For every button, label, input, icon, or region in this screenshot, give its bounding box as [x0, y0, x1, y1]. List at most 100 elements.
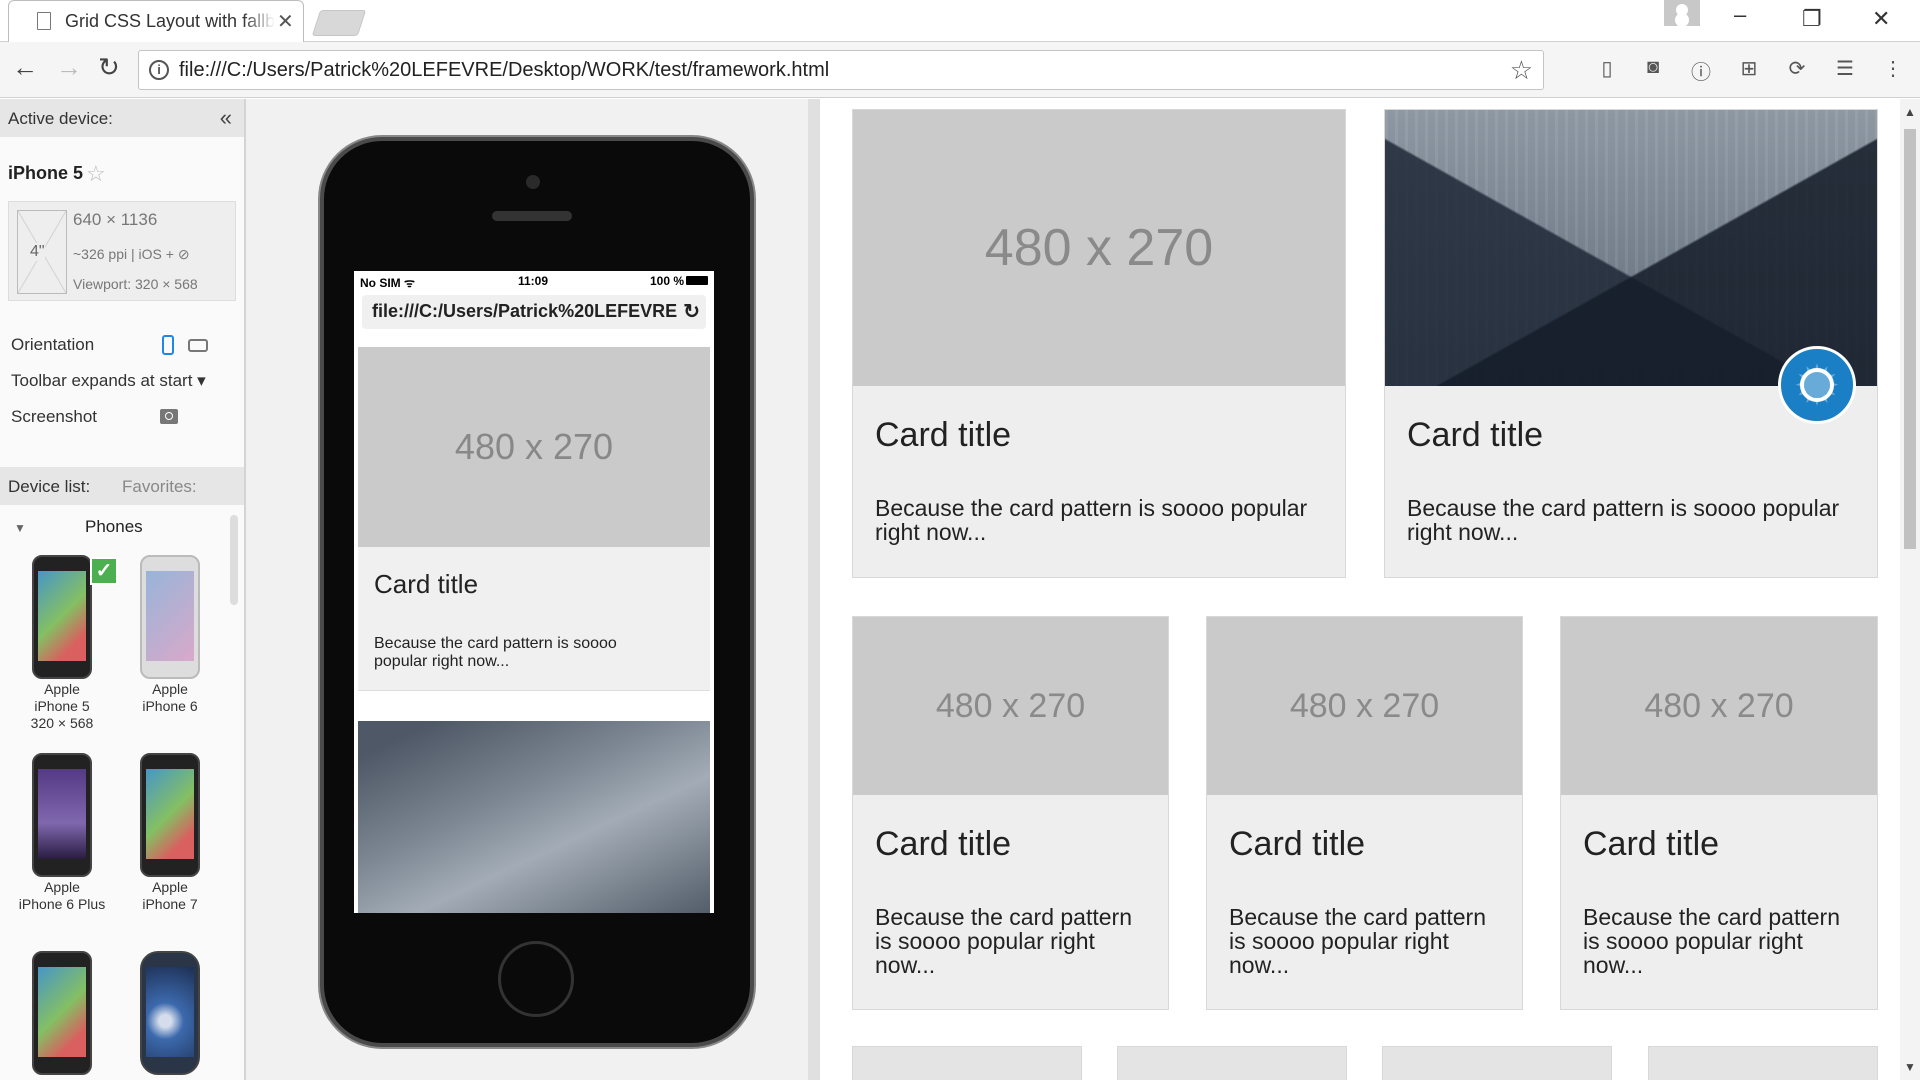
- scrollbar-thumb[interactable]: [1904, 129, 1916, 549]
- phone-thumbnail: [140, 753, 200, 877]
- card-building-image: [1385, 110, 1877, 386]
- title-bar: Grid CSS Layout with fallb ✕ – ❐ ✕: [0, 0, 1920, 42]
- device-brand: Apple: [152, 879, 188, 895]
- new-tab-button[interactable]: [311, 10, 367, 36]
- card-placeholder-image: 480 x 270: [1561, 617, 1877, 795]
- sync-extension-icon[interactable]: ⟳: [1784, 56, 1810, 82]
- device-brand: Apple: [152, 681, 188, 697]
- device-name: iPhone 5: [8, 163, 84, 183]
- device-item-iphone-7[interactable]: Apple iPhone 7: [120, 753, 220, 913]
- card-text: Because the card pattern is soooo popula…: [875, 904, 1132, 978]
- card-title: Card title: [875, 416, 1012, 454]
- phone-screen[interactable]: No SIM ᯤ 11:09 100 % file:///C:/Users/Pa…: [354, 271, 714, 913]
- device-mode-icon[interactable]: ▯: [1594, 56, 1620, 82]
- forward-arrow-icon[interactable]: →: [56, 52, 82, 83]
- carrier-label: No SIM ᯤ: [360, 276, 415, 290]
- card: 480 x 270 Card title Because the card pa…: [1206, 616, 1523, 1010]
- device-item-iphone-5[interactable]: Apple iPhone 5 320 × 568 ✓: [12, 555, 118, 732]
- device-details: 4" 640 × 1136 ~326 ppi | iOS + ⊘ Viewpor…: [8, 201, 236, 301]
- card-placeholder-image: 480 x 270: [358, 347, 710, 547]
- card-text: Because the card pattern is soooo popula…: [875, 495, 1308, 545]
- close-window-button[interactable]: ✕: [1872, 6, 1890, 32]
- battery-icon: [686, 276, 708, 285]
- device-model: iPhone 6 Plus: [18, 896, 106, 912]
- scroll-up-arrow-icon[interactable]: ▲: [1904, 105, 1916, 119]
- device-ppi: ~326 ppi | iOS + ⊘: [73, 246, 190, 262]
- card-title: Card title: [1407, 416, 1544, 454]
- device-item-phone[interactable]: [120, 951, 220, 1077]
- device-item-phone[interactable]: [12, 951, 112, 1077]
- scroll-down-arrow-icon[interactable]: ▼: [1904, 1060, 1916, 1074]
- card: [1382, 1046, 1612, 1080]
- sun-icon[interactable]: [1778, 346, 1856, 424]
- device-model: iPhone 6: [142, 698, 198, 714]
- tab-close-button[interactable]: ✕: [277, 9, 294, 34]
- card-text: Because the card pattern is soooo popula…: [1407, 495, 1840, 545]
- mobile-reload-icon[interactable]: ↻: [679, 299, 700, 324]
- back-arrow-icon[interactable]: ←: [12, 52, 38, 83]
- card: [852, 1046, 1082, 1080]
- document-icon: [37, 12, 51, 30]
- phone-thumbnail: [32, 951, 92, 1075]
- reload-icon[interactable]: ↻: [98, 52, 120, 83]
- phone-thumbnail: [140, 951, 200, 1075]
- card-title: Card title: [1583, 825, 1720, 863]
- landscape-icon[interactable]: [188, 339, 208, 352]
- device-item-iphone-6-plus[interactable]: Apple iPhone 6 Plus: [12, 753, 112, 913]
- active-device-label: Active device:: [8, 109, 113, 128]
- card-title: Card title: [875, 825, 1012, 863]
- iphone-frame: No SIM ᯤ 11:09 100 % file:///C:/Users/Pa…: [320, 137, 754, 1047]
- card: [1648, 1046, 1878, 1080]
- device-model: iPhone 7: [142, 896, 198, 912]
- device-brand: Apple: [44, 681, 80, 697]
- caret-down-icon[interactable]: ▼: [14, 521, 26, 535]
- battery-percent: 100 %: [649, 274, 684, 288]
- toolbar-expands-dropdown[interactable]: Toolbar expands at start ▾: [11, 371, 206, 391]
- address-bar[interactable]: i file:///C:/Users/Patrick%20LEFEVRE/Des…: [138, 50, 1544, 90]
- mobile-url-text[interactable]: file:///C:/Users/Patrick%20LEFEVRE: [372, 301, 677, 321]
- device-item-iphone-6[interactable]: Apple iPhone 6: [120, 555, 220, 715]
- home-button[interactable]: [498, 941, 574, 1017]
- url-text[interactable]: file:///C:/Users/Patrick%20LEFEVRE/Deskt…: [179, 59, 829, 82]
- screen-size: 4": [30, 243, 45, 261]
- device-emulator-panel: Active device: « iPhone 5 ☆ 4" 640 × 113…: [0, 99, 246, 1080]
- list-extension-icon[interactable]: ☰: [1832, 56, 1858, 82]
- device-list-label[interactable]: Device list:: [8, 477, 90, 496]
- favorite-star-icon[interactable]: ☆: [86, 161, 106, 187]
- grid-extension-icon[interactable]: ⊞: [1736, 56, 1762, 82]
- card-placeholder-image: 480 x 270: [853, 617, 1168, 795]
- minimize-button[interactable]: –: [1734, 2, 1746, 28]
- card-placeholder-image: 480 x 270: [853, 110, 1345, 386]
- card-placeholder-image: 480 x 270: [1207, 617, 1522, 795]
- profile-icon[interactable]: [1664, 0, 1700, 26]
- camera-icon[interactable]: [160, 409, 178, 424]
- browser-tab[interactable]: Grid CSS Layout with fallb ✕: [8, 0, 304, 42]
- device-resolution-label: 320 × 568: [30, 715, 94, 731]
- restore-button[interactable]: ❐: [1802, 6, 1822, 32]
- menu-icon[interactable]: ⋮: [1880, 56, 1906, 82]
- collapse-icon[interactable]: «: [220, 105, 232, 131]
- info-icon[interactable]: i: [149, 60, 169, 80]
- favorites-label[interactable]: Favorites:: [122, 477, 197, 497]
- status-time: 11:09: [518, 274, 549, 288]
- page-scrollbar[interactable]: ▲ ▼: [1900, 99, 1920, 1080]
- mobile-card: 480 x 270 Card title Because the card pa…: [358, 347, 710, 691]
- bookmark-star-icon[interactable]: ☆: [1510, 55, 1533, 86]
- active-device-header: Active device: «: [0, 99, 244, 137]
- card: 480 x 270 Card title Because the card pa…: [852, 616, 1169, 1010]
- phone-thumbnail: [140, 555, 200, 679]
- phone-preview-area: No SIM ᯤ 11:09 100 % file:///C:/Users/Pa…: [246, 99, 820, 1080]
- device-list-scrollbar[interactable]: [230, 515, 238, 605]
- camera-extension-icon[interactable]: ◙: [1640, 56, 1666, 82]
- phone-thumbnail: [32, 555, 92, 679]
- speaker-grille: [492, 211, 572, 221]
- screenshot-label: Screenshot: [11, 407, 97, 426]
- portrait-icon[interactable]: [162, 335, 174, 355]
- mobile-address-bar[interactable]: file:///C:/Users/Patrick%20LEFEVRE ↻: [362, 295, 706, 329]
- alert-extension-icon[interactable]: ⓘ: [1688, 56, 1714, 84]
- device-viewport: Viewport: 320 × 568: [73, 276, 198, 292]
- card: 480 x 270 Card title Because the card pa…: [852, 109, 1346, 578]
- mobile-card-building-image: [358, 721, 710, 913]
- card: 480 x 270 Card title Because the card pa…: [1560, 616, 1878, 1010]
- front-camera: [526, 175, 540, 189]
